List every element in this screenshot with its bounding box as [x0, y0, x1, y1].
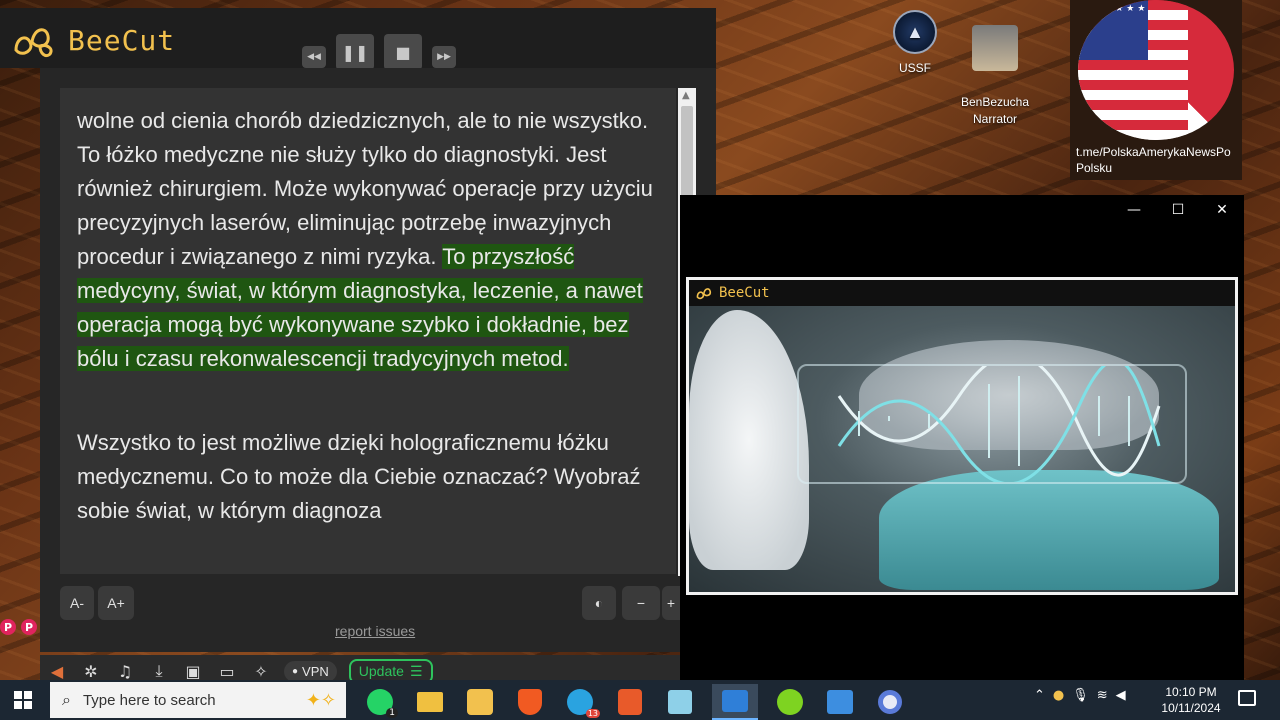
clock-date: 10/11/2024	[1161, 701, 1221, 715]
wallet-icon[interactable]: ▭	[216, 662, 238, 681]
pinterest-icon[interactable]: P	[0, 619, 16, 635]
font-increase-button[interactable]: A+	[98, 586, 134, 620]
zoom-in-button[interactable]: +	[662, 586, 680, 620]
taskbar-search[interactable]: ⌕ Type here to search ✦✧	[50, 682, 346, 718]
video-content: BeeCut	[689, 280, 1235, 592]
taskbar: ⌕ Type here to search ✦✧ 1 13 ⌃ ● 🎙 ≋ ◀ …	[0, 680, 1280, 720]
avatar	[972, 25, 1018, 71]
vpn-label: VPN	[302, 663, 329, 679]
bee-logo-icon	[696, 288, 712, 300]
volume-icon[interactable]: ◀	[1116, 688, 1126, 703]
us-canton: ★★★★★★★★★★★★★★★★★★★★★★★★	[1078, 0, 1148, 60]
zoom-out-button[interactable]: −	[622, 586, 660, 620]
maximize-icon[interactable]: ☐	[1156, 195, 1200, 225]
whatsapp-icon[interactable]: 1	[362, 686, 398, 718]
desktop-icon-flag-tile[interactable]: ★★★★★★★★★★★★★★★★★★★★★★★★ t.me/PolskaAmer…	[1070, 0, 1242, 180]
ai-sparkle-icon[interactable]: ✧	[250, 662, 272, 681]
menu-icon: ☰	[409, 662, 423, 679]
gloved-hand	[689, 310, 809, 570]
report-issues-link[interactable]: report issues	[335, 623, 415, 639]
android-icon[interactable]	[772, 686, 808, 718]
beecut-app-icon[interactable]	[462, 686, 498, 718]
microphone-icon[interactable]: 🎙	[1072, 688, 1089, 703]
pause-button[interactable]: ❚❚	[336, 34, 374, 70]
search-icon: ⌕	[62, 690, 71, 709]
vpn-toggle[interactable]: ● VPN	[284, 660, 337, 682]
us-poland-flag-icon: ★★★★★★★★★★★★★★★★★★★★★★★★	[1078, 0, 1234, 140]
surgical-mask	[879, 470, 1219, 590]
taskbar-apps: 1 13	[362, 684, 908, 720]
tray-app-icon[interactable]: ●	[1053, 688, 1064, 703]
brave-icon[interactable]	[512, 686, 548, 718]
windows-logo-icon	[14, 691, 22, 699]
telegram-badge: 13	[585, 709, 600, 718]
dark-mode-button[interactable]: ◐	[582, 586, 616, 620]
video-brand: BeeCut	[695, 285, 770, 301]
reader-paragraph: Wszystko to jest możliwe dzięki holograf…	[77, 430, 641, 523]
desktop-icon-benbezucha[interactable]: BenBezucha Narrator	[956, 8, 1034, 145]
update-label: Update	[358, 663, 404, 679]
hologram-frame	[797, 352, 1187, 486]
start-button[interactable]	[14, 691, 32, 709]
telegram-icon[interactable]: 13	[562, 686, 600, 718]
desktop-icon-label: USSF	[898, 61, 931, 75]
whatsapp-badge: 1	[386, 708, 398, 718]
close-icon[interactable]: ✕	[1200, 195, 1244, 225]
window-controls: — ☐ ✕	[1112, 195, 1244, 225]
music-icon[interactable]: ♫	[114, 662, 136, 681]
desktop-icon-ussf[interactable]: ▲ USSF	[886, 10, 944, 77]
reader-paragraph: wolne od cienia chorób dziedzicznych, al…	[60, 88, 676, 376]
brand-name: BeeCut	[68, 23, 176, 57]
reader-header: BeeCut ◀◀ ❚❚ ■ ▶▶	[0, 8, 716, 70]
flag-tile-caption: t.me/PolskaAmerykaNewsPo Polsku	[1076, 145, 1231, 175]
video-brand-name: BeeCut	[719, 285, 770, 301]
notepad-icon[interactable]	[662, 686, 698, 718]
search-placeholder: Type here to search	[82, 691, 216, 709]
dna-helix-icon	[837, 352, 1161, 486]
desktop-icon-label: BenBezucha Narrator	[960, 95, 1030, 126]
download-icon[interactable]: ⤓	[148, 661, 170, 681]
fast-forward-button[interactable]: ▶▶	[432, 46, 456, 68]
chevron-up-icon[interactable]: ⌃	[1034, 688, 1045, 703]
font-decrease-button[interactable]: A-	[60, 586, 94, 620]
clock[interactable]: 10:10 PM 10/11/2024	[1150, 684, 1232, 716]
wifi-icon[interactable]: ≋	[1097, 688, 1108, 703]
editor-app-icon[interactable]	[612, 686, 648, 718]
vpn-status-icon: ●	[292, 665, 299, 677]
media-player-icon[interactable]	[712, 684, 758, 720]
file-explorer-icon[interactable]	[412, 686, 448, 718]
ussf-logo-icon: ▲	[893, 10, 937, 54]
video-window: — ☐ ✕ BeeCut	[680, 195, 1244, 687]
extensions-icon[interactable]: ✲	[80, 662, 102, 681]
beecut-brand: BeeCut	[10, 20, 175, 60]
photos-icon[interactable]	[822, 686, 858, 718]
video-top-bar: BeeCut	[689, 280, 1235, 306]
scroll-up-icon[interactable]: ▲	[682, 90, 690, 101]
notification-icon[interactable]	[1238, 690, 1256, 706]
sparkle-icon: ✦✧	[305, 689, 336, 711]
video-frame[interactable]: BeeCut	[686, 277, 1238, 595]
minimize-icon[interactable]: —	[1112, 195, 1156, 225]
player-controls: ◀◀ ❚❚ ■ ▶▶	[302, 34, 456, 70]
speaker-icon[interactable]: ◀	[46, 662, 68, 681]
chrome-icon[interactable]	[872, 686, 908, 718]
clock-time: 10:10 PM	[1165, 685, 1217, 699]
stop-button[interactable]: ■	[384, 34, 422, 70]
reader-text-pane: wolne od cienia chorób dziedzicznych, al…	[60, 88, 676, 574]
rewind-button[interactable]: ◀◀	[302, 46, 326, 68]
pinterest-icon[interactable]: P	[21, 619, 37, 635]
bee-logo-icon	[14, 28, 53, 58]
sidebar-icon[interactable]: ▣	[182, 662, 204, 681]
system-tray: ⌃ ● 🎙 ≋ ◀	[1034, 688, 1126, 703]
moon-icon: ◐	[594, 595, 604, 611]
